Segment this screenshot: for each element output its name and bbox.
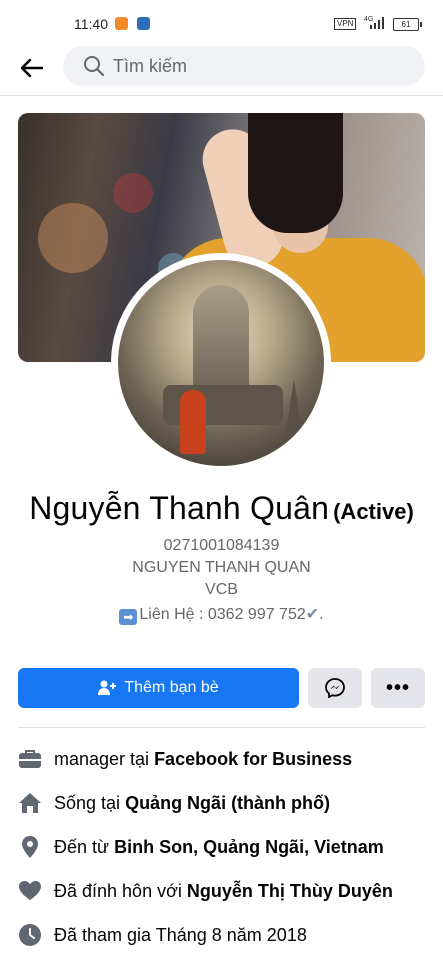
info-row-work: manager tại Facebook for Business — [18, 744, 438, 774]
info-prefix: Sống tại — [54, 792, 126, 813]
search-placeholder: Tìm kiếm — [113, 55, 187, 76]
info-value[interactable]: Nguyễn Thị Thùy Duyên — [187, 881, 393, 901]
info-row-joined: Đã tham gia Tháng 8 năm 2018 — [18, 920, 438, 950]
divider — [18, 727, 425, 728]
add-friend-label: Thêm bạn bè — [124, 679, 219, 696]
signal-icon: 4G — [364, 16, 384, 29]
add-friend-button[interactable]: Thêm bạn bè — [18, 668, 299, 708]
more-options-button[interactable]: ••• — [371, 668, 425, 708]
bio-contact: ➡ Liên Hệ : 0362 997 752✔. — [0, 604, 443, 625]
profile-name-text: Nguyễn Thanh Quân — [29, 490, 330, 526]
messenger-button[interactable] — [308, 668, 362, 708]
info-prefix: Đến từ — [54, 836, 115, 857]
top-bar: Tìm kiếm — [0, 46, 443, 92]
status-time: 11:40 — [74, 16, 108, 32]
back-arrow-icon — [21, 59, 43, 77]
briefcase-icon — [19, 750, 41, 768]
info-value[interactable]: Facebook for Business — [154, 749, 352, 769]
info-prefix: manager tại — [54, 748, 155, 769]
info-row-lives-in: Sống tại Quảng Ngãi (thành phố) — [18, 788, 438, 818]
battery-indicator: 61 — [393, 18, 422, 31]
app-notification-icon — [115, 17, 128, 30]
info-prefix: Đã đính hôn với — [54, 880, 187, 901]
info-value[interactable]: Binh Son, Quảng Ngãi, Vietnam — [114, 837, 384, 857]
bio-line: VCB — [205, 581, 238, 598]
app-notification-icon — [137, 17, 150, 30]
info-row-relationship: Đã đính hôn với Nguyễn Thị Thùy Duyên — [18, 876, 438, 906]
search-icon — [84, 56, 105, 77]
add-friend-icon — [98, 680, 117, 695]
back-button[interactable] — [16, 52, 48, 84]
search-input[interactable]: Tìm kiếm — [63, 46, 425, 86]
location-pin-icon — [22, 836, 38, 858]
bio-line: NGUYEN THANH QUAN — [132, 559, 311, 576]
heart-icon — [19, 881, 41, 900]
profile-name-suffix: (Active) — [333, 499, 414, 524]
home-icon — [19, 793, 41, 813]
check-mark-icon: ✔ — [305, 606, 320, 623]
clock-icon — [19, 924, 41, 946]
profile-name: Nguyễn Thanh Quân (Active) — [0, 490, 443, 527]
avatar[interactable] — [118, 260, 324, 466]
contact-text: Liên Hệ : 0362 997 752 — [139, 606, 306, 623]
network-type: 4G — [364, 16, 373, 23]
vpn-badge: VPN — [334, 18, 357, 30]
divider — [0, 95, 443, 96]
contact-end: . — [319, 606, 324, 623]
right-arrow-icon: ➡ — [119, 609, 138, 625]
info-row-from: Đến từ Binh Son, Quảng Ngãi, Vietnam — [18, 832, 438, 862]
bio-line: 0271001084139 — [163, 537, 280, 554]
info-value[interactable]: Quảng Ngãi (thành phố) — [125, 793, 330, 813]
info-prefix: Đã tham gia Tháng 8 năm 2018 — [54, 924, 307, 945]
status-bar: 11:40 VPN 4G 61 — [0, 0, 443, 46]
messenger-icon — [325, 678, 345, 698]
